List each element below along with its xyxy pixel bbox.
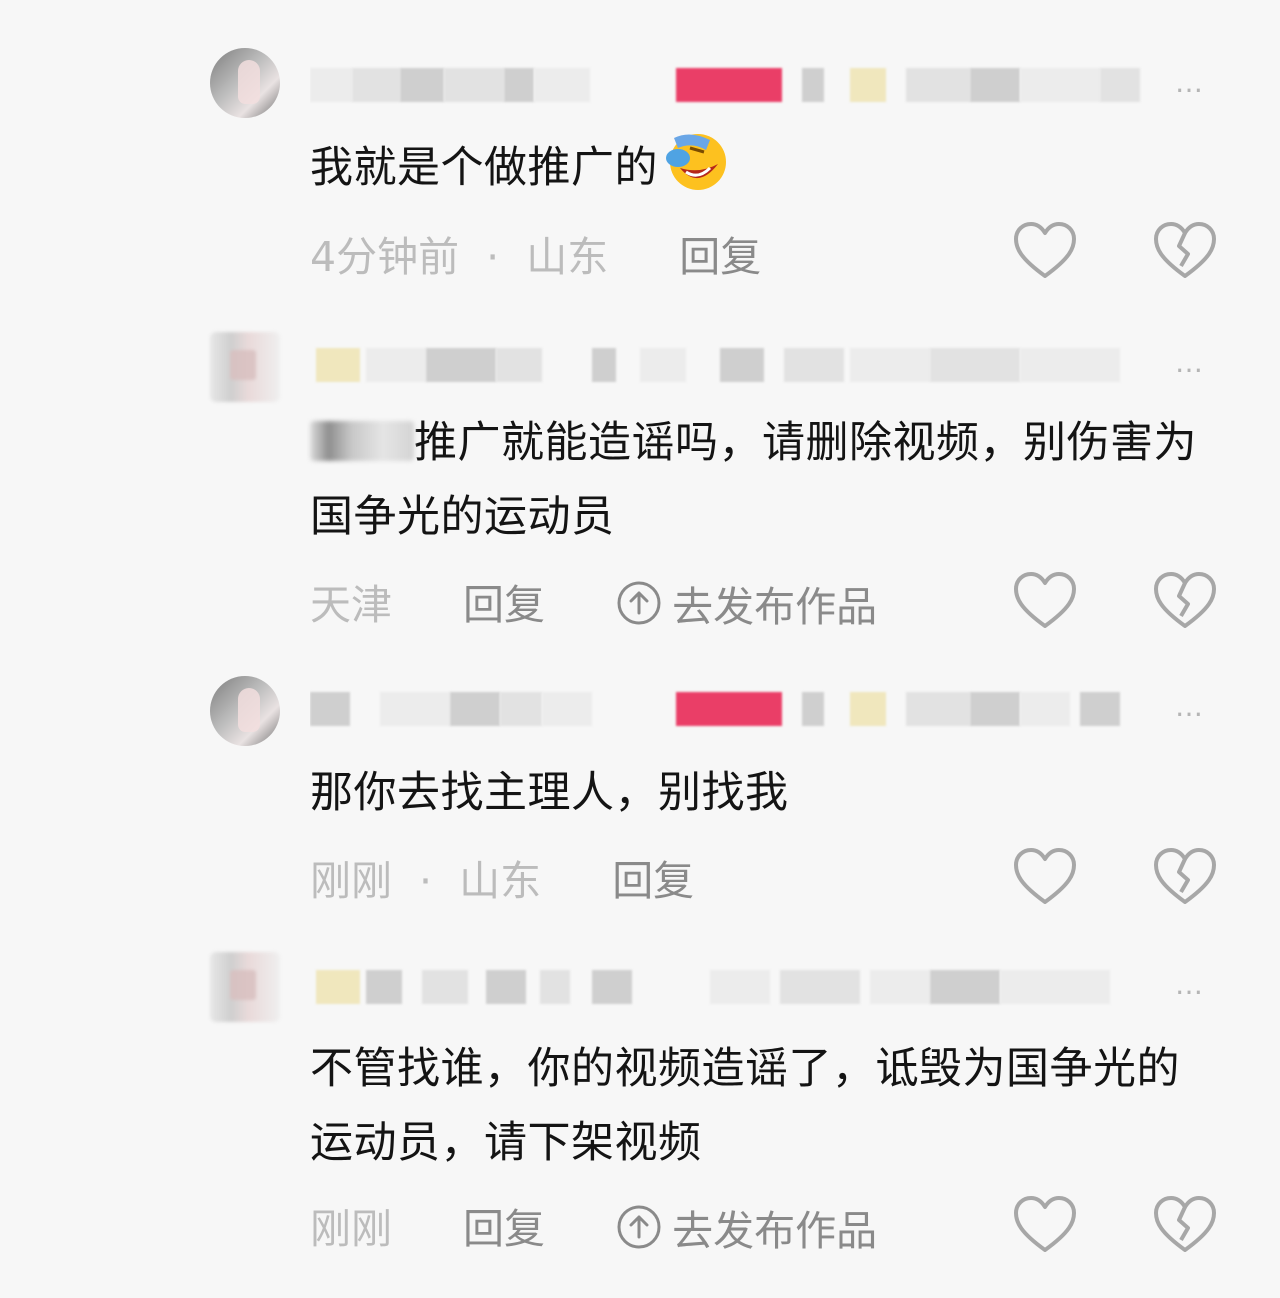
username-ellipsis: … [1175, 968, 1205, 1001]
dislike-broken-heart-icon[interactable] [1150, 1190, 1220, 1260]
comment-text: 那你去找主理人，别找我 [310, 756, 1200, 830]
comment-text: 我就是个做推广的 [310, 128, 1200, 205]
username-blurred[interactable]: … [310, 340, 1205, 390]
redacted-mention [310, 421, 414, 461]
avatar[interactable] [210, 952, 280, 1022]
username-blurred[interactable]: … [310, 684, 1205, 734]
publish-button[interactable]: 去发布作品 [616, 574, 877, 637]
comment-time: 刚刚 [310, 857, 392, 905]
reply-button[interactable]: 回复 [679, 227, 761, 287]
publish-label: 去发布作品 [672, 582, 878, 631]
like-heart-icon[interactable] [1010, 842, 1080, 912]
dislike-broken-heart-icon[interactable] [1150, 566, 1220, 636]
comment-text-body: 推广就能造谣吗，请删除视频，别伤害为国争光的运动员 [310, 418, 1197, 542]
username-blurred[interactable]: … [310, 962, 1205, 1012]
comment-meta: 4分钟前 · 山东 回复 [310, 224, 761, 284]
comment-time: 4分钟前 [310, 233, 460, 281]
comment-actions [1010, 566, 1240, 636]
username-blurred[interactable]: … [310, 60, 1205, 110]
comment-location: 天津 [310, 581, 392, 629]
avatar[interactable] [210, 676, 280, 746]
username-ellipsis: … [1175, 690, 1205, 723]
comment-text: 推广就能造谣吗，请删除视频，别伤害为国争光的运动员 [310, 406, 1200, 554]
username-ellipsis: … [1175, 66, 1205, 99]
comment-actions [1010, 842, 1240, 912]
like-heart-icon[interactable] [1010, 566, 1080, 636]
publish-label: 去发布作品 [672, 1206, 878, 1255]
comment-text-body: 那你去找主理人，别找我 [310, 768, 789, 818]
reply-button[interactable]: 回复 [463, 575, 545, 635]
comment-meta: 刚刚 · 山东 回复 [310, 848, 694, 908]
dislike-broken-heart-icon[interactable] [1150, 842, 1220, 912]
publish-button[interactable]: 去发布作品 [616, 1198, 877, 1261]
like-heart-icon[interactable] [1010, 216, 1080, 286]
reply-button[interactable]: 回复 [463, 1199, 545, 1259]
comment-text-body: 不管找谁，你的视频造谣了，诋毁为国争光的运动员，请下架视频 [310, 1044, 1180, 1168]
comment-time: 刚刚 [310, 1205, 392, 1253]
username-ellipsis: … [1175, 346, 1205, 379]
laughing-tears-emoji-icon [660, 128, 732, 192]
comment-meta: 天津 回复 去发布作品 [310, 572, 877, 632]
meta-dot: · [419, 857, 433, 905]
publish-upload-icon [617, 1205, 661, 1248]
like-heart-icon[interactable] [1010, 1190, 1080, 1260]
avatar[interactable] [210, 332, 280, 402]
comment-location: 山东 [459, 857, 542, 905]
publish-upload-icon [617, 581, 661, 624]
comment-meta: 刚刚 回复 去发布作品 [310, 1196, 877, 1256]
comment-text-body: 我就是个做推广的 [310, 143, 658, 193]
comment-actions [1010, 216, 1240, 286]
comment-text: 不管找谁，你的视频造谣了，诋毁为国争光的运动员，请下架视频 [310, 1032, 1200, 1180]
dislike-broken-heart-icon[interactable] [1150, 216, 1220, 286]
meta-dot: · [486, 233, 500, 281]
comment-actions [1010, 1190, 1240, 1260]
avatar[interactable] [210, 48, 280, 118]
comment-location: 山东 [526, 233, 609, 281]
reply-button[interactable]: 回复 [612, 851, 694, 911]
